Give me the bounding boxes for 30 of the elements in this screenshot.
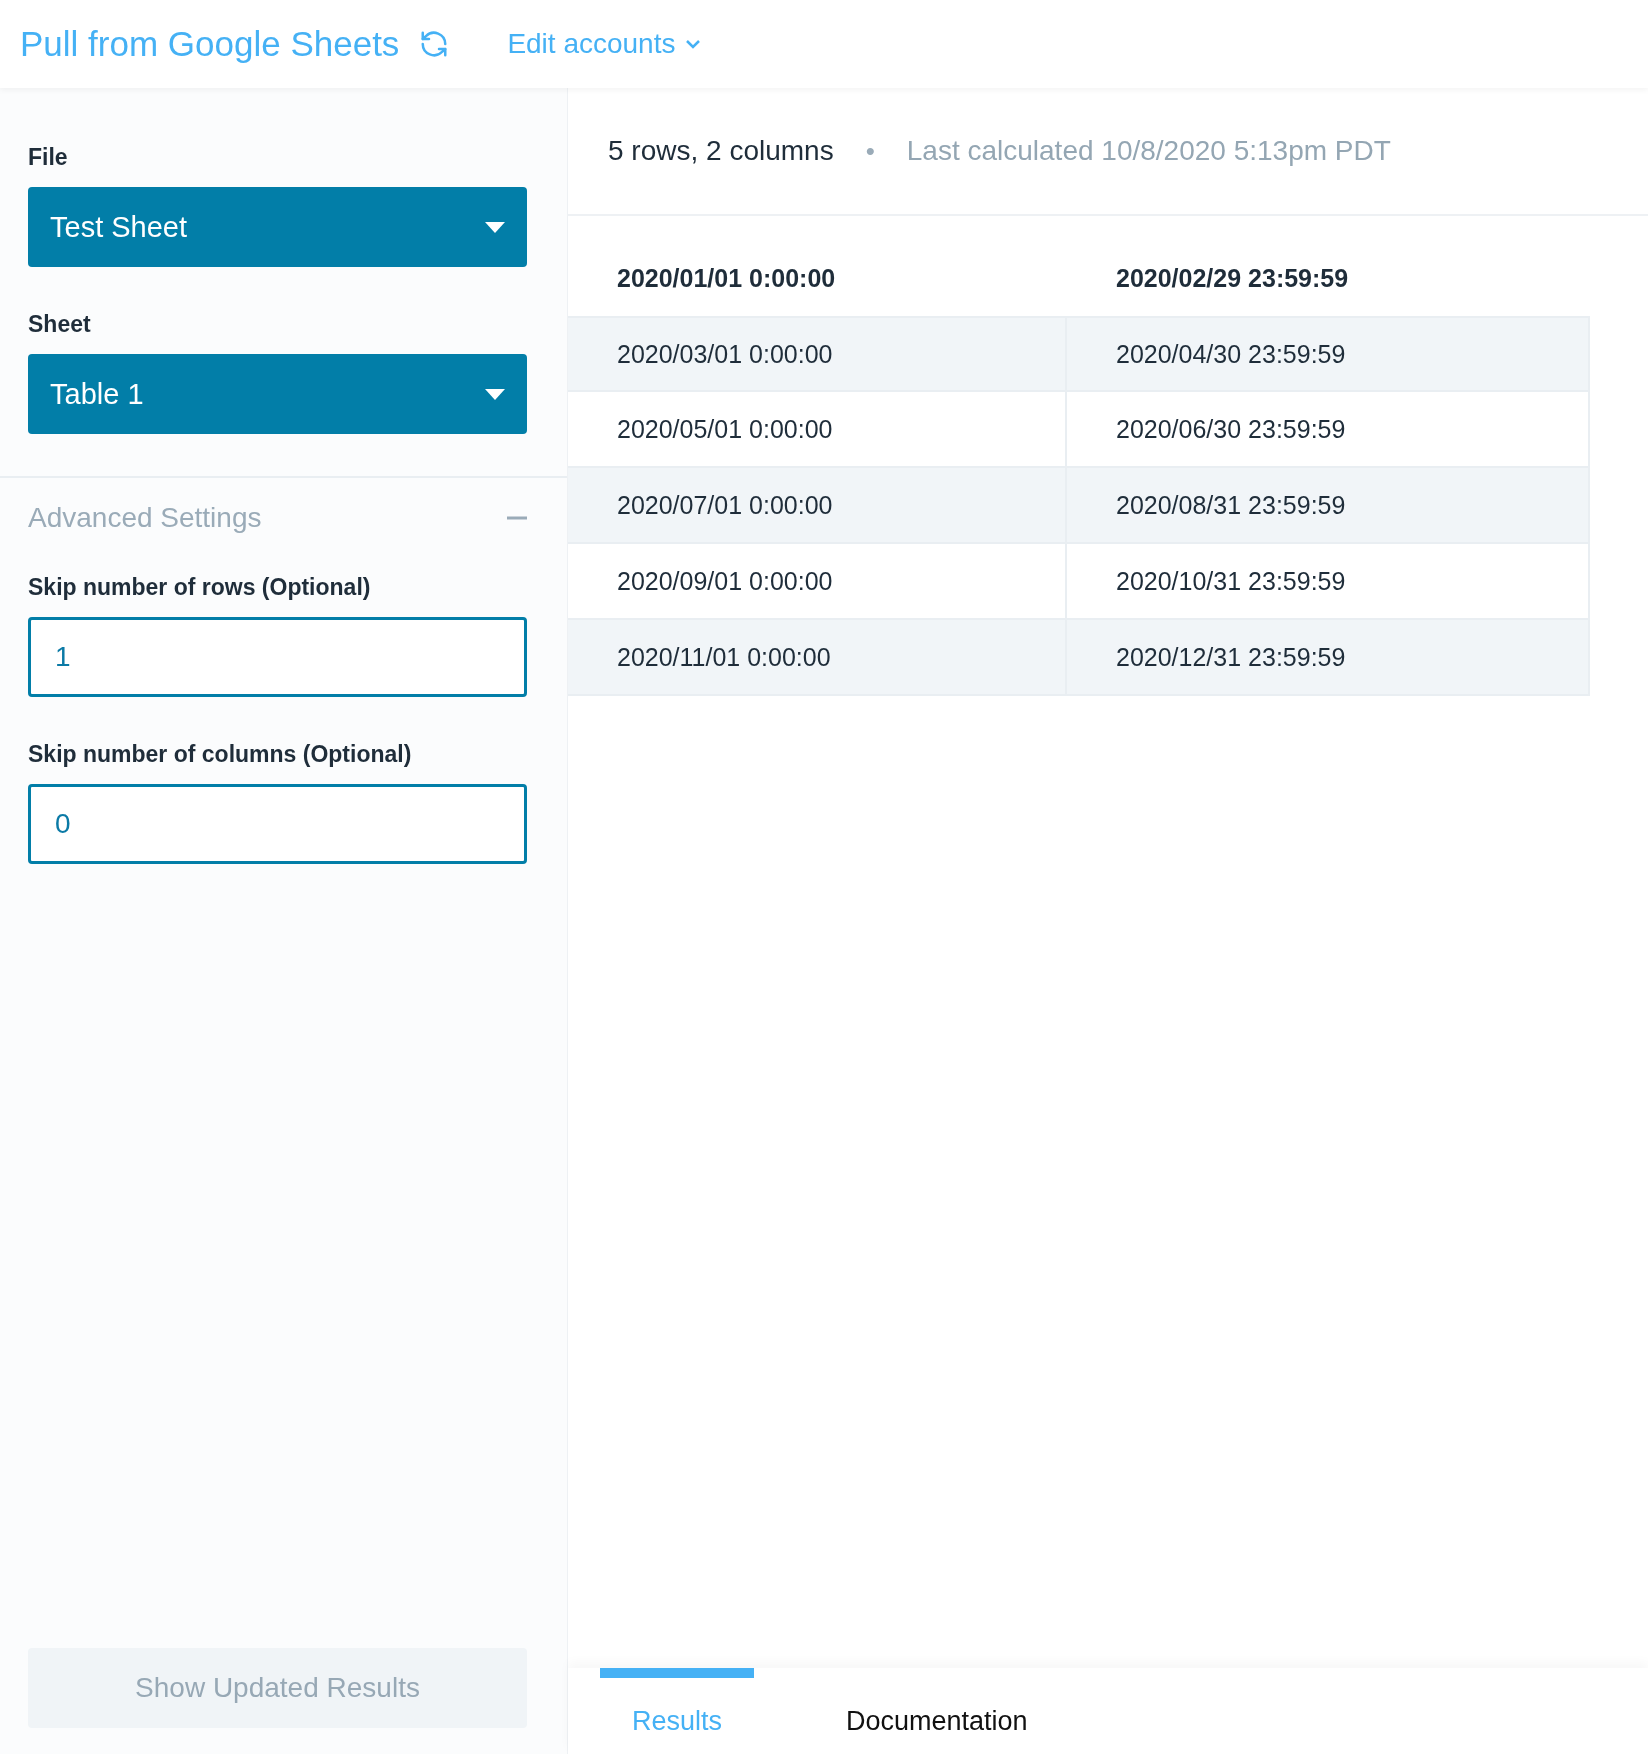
table-cell: 2020/04/30 23:59:59 [1067, 316, 1590, 392]
input-field[interactable]: 0 [28, 784, 527, 864]
tab[interactable]: Results [600, 1668, 755, 1754]
dropdown[interactable]: Test Sheet [28, 187, 527, 267]
caret-icon [485, 221, 505, 233]
table-summary: 5 rows, 2 columns [608, 135, 834, 167]
table-cell: 2020/03/01 0:00:00 [568, 316, 1067, 392]
section-title: Advanced Settings [28, 502, 262, 534]
refresh-icon[interactable] [419, 29, 450, 59]
chevron-down-icon [685, 39, 702, 49]
page-title: Pull from Google Sheets [20, 24, 400, 64]
field-label: File [28, 144, 69, 171]
last-calculated: Last calculated 10/8/2020 5:13pm PDT [906, 135, 1391, 167]
table-cell: 2020/11/01 0:00:00 [568, 620, 1067, 696]
field-label: Sheet [28, 311, 92, 338]
field-label: Skip number of columns (Optional) [28, 741, 413, 768]
table-cell: 2020/10/31 23:59:59 [1067, 544, 1590, 620]
table-cell: 2020/12/31 23:59:59 [1067, 620, 1590, 696]
table-cell: 2020/09/01 0:00:00 [568, 544, 1067, 620]
dropdown[interactable]: Table 1 [28, 354, 527, 434]
table-cell: 2020/08/31 23:59:59 [1067, 468, 1590, 544]
separator-dot: • [865, 135, 875, 167]
table-cell: 2020/05/01 0:00:00 [568, 392, 1067, 468]
table-cell: 2020/06/30 23:59:59 [1067, 392, 1590, 468]
caret-icon [485, 388, 505, 400]
tab[interactable]: Documentation [814, 1668, 1060, 1754]
input-field[interactable]: 1 [28, 617, 527, 697]
table-cell: 2020/07/01 0:00:00 [568, 468, 1067, 544]
accounts-menu[interactable]: Edit accounts [507, 28, 702, 60]
field-label: Skip number of rows (Optional) [28, 574, 372, 601]
